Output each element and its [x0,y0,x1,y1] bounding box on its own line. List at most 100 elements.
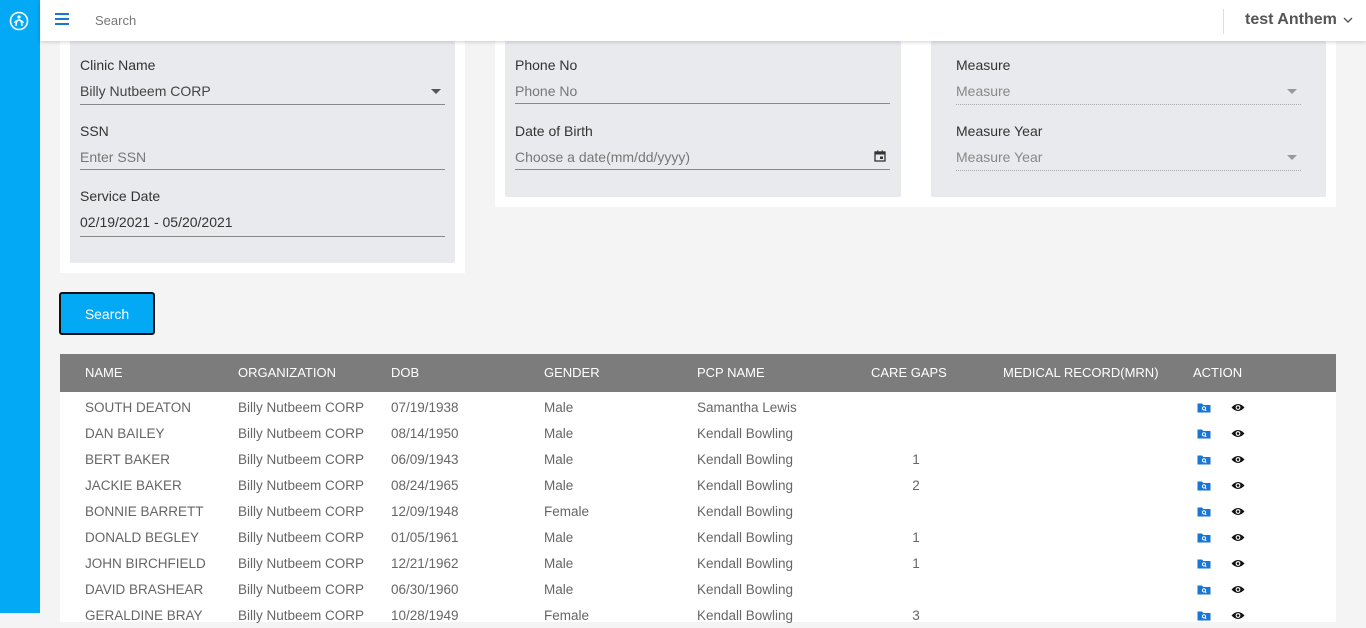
cell-gender: Male [544,400,574,415]
header-medical-record[interactable]: MEDICAL RECORD(MRN) [1003,365,1159,380]
cell-pcp-name: Kendall Bowling [697,504,794,519]
header-organization[interactable]: ORGANIZATION [238,365,336,380]
table-header: NAME ORGANIZATION DOB GENDER PCP NAME CA… [60,354,1336,392]
cell-gender: Male [544,426,574,441]
header-action: ACTION [1193,365,1243,380]
cell-organization: Billy Nutbeem CORP [238,426,365,441]
measure-year-label: Measure Year [956,123,1043,139]
folder-search-icon[interactable] [1197,584,1211,595]
cell-name: SOUTH DEATON [85,400,192,415]
cell-name: DAVID BRASHEAR [85,582,204,597]
folder-search-icon[interactable] [1197,454,1211,465]
cell-gender: Female [544,608,590,623]
eye-icon[interactable] [1231,402,1245,413]
header-care-gaps[interactable]: CARE GAPS [871,365,947,380]
cell-dob: 12/09/1948 [391,504,459,519]
calendar-icon[interactable] [874,150,886,162]
filter-card-left: Clinic Name Billy Nutbeem CORP SSN Servi… [70,41,455,263]
results-table: NAME ORGANIZATION DOB GENDER PCP NAME CA… [60,354,1336,623]
cell-dob: 07/19/1938 [391,400,459,415]
header-name[interactable]: NAME [85,365,123,380]
topbar-divider [1223,9,1224,34]
ssn-label: SSN [80,123,109,139]
folder-search-icon[interactable] [1197,610,1211,621]
filter-panel-left: Clinic Name Billy Nutbeem CORP SSN Servi… [60,41,465,273]
folder-search-icon[interactable] [1197,558,1211,569]
search-button[interactable]: Search [59,292,155,335]
cell-name: JOHN BIRCHFIELD [85,556,206,571]
folder-search-icon[interactable] [1197,480,1211,491]
cell-name: DAN BAILEY [85,426,165,441]
folder-search-icon[interactable] [1197,506,1211,517]
table-row[interactable]: JOHN BIRCHFIELD Billy Nutbeem CORP 12/21/1… [60,550,1336,576]
cell-organization: Billy Nutbeem CORP [238,400,365,415]
table-row[interactable]: SOUTH DEATON Billy Nutbeem CORP 07/19/1938… [60,394,1336,420]
cell-pcp-name: Kendall Bowling [697,530,794,545]
cell-name: JACKIE BAKER [85,478,182,493]
header-pcp-name[interactable]: PCP NAME [697,365,765,380]
cell-care-gaps: 1 [912,452,920,467]
header-dob[interactable]: DOB [391,365,419,380]
cell-pcp-name: Kendall Bowling [697,582,794,597]
cell-pcp-name: Kendall Bowling [697,556,794,571]
cell-organization: Billy Nutbeem CORP [238,556,365,571]
folder-search-icon[interactable] [1197,402,1211,413]
table-row[interactable]: JACKIE BAKER Billy Nutbeem CORP 08/24/1965… [60,472,1336,498]
cell-gender: Male [544,452,574,467]
cell-name: BERT BAKER [85,452,171,467]
ssn-input[interactable] [80,149,445,170]
table-row[interactable]: DAVID BRASHEAR Billy Nutbeem CORP 06/30/19… [60,576,1336,602]
table-row[interactable]: BONNIE BARRETT Billy Nutbeem CORP 12/09/19… [60,498,1336,524]
eye-icon[interactable] [1231,558,1245,569]
cell-care-gaps: 2 [912,478,920,493]
cell-organization: Billy Nutbeem CORP [238,452,365,467]
folder-search-icon[interactable] [1197,428,1211,439]
eye-icon[interactable] [1231,532,1245,543]
cell-pcp-name: Kendall Bowling [697,478,794,493]
cell-name: DONALD BEGLEY [85,530,200,545]
measure-label: Measure [956,57,1011,73]
eye-icon[interactable] [1231,428,1245,439]
table-body: SOUTH DEATON Billy Nutbeem CORP 07/19/1938… [60,392,1336,623]
sidebar [0,0,40,613]
folder-search-icon[interactable] [1197,532,1211,543]
cell-organization: Billy Nutbeem CORP [238,504,365,519]
eye-icon[interactable] [1231,610,1245,621]
cell-name: GERALDINE BRAY [85,608,203,623]
header-gender[interactable]: GENDER [544,365,600,380]
phone-input[interactable] [515,83,890,104]
dob-input[interactable] [515,149,890,170]
phone-label: Phone No [515,57,578,73]
cell-pcp-name: Kendall Bowling [697,608,794,623]
cell-pcp-name: Kendall Bowling [697,426,794,441]
measure-year-dropdown-icon[interactable] [1287,155,1297,160]
table-row[interactable]: GERALDINE BRAY Billy Nutbeem CORP 10/28/19… [60,602,1336,628]
global-search-input[interactable] [93,12,397,29]
measure-select[interactable]: Measure [956,83,1301,105]
table-row[interactable]: DONALD BEGLEY Billy Nutbeem CORP 01/05/196… [60,524,1336,550]
eye-icon[interactable] [1231,506,1245,517]
clinic-name-dropdown-icon[interactable] [431,89,441,94]
service-date-label: Service Date [80,188,161,204]
table-row[interactable]: BERT BAKER Billy Nutbeem CORP 06/09/1943 Ma… [60,446,1336,472]
cell-gender: Male [544,530,574,545]
eye-icon[interactable] [1231,454,1245,465]
hamburger-menu-icon[interactable] [55,13,69,25]
cell-care-gaps: 1 [912,556,920,571]
eye-icon[interactable] [1231,480,1245,491]
service-date-input[interactable]: 02/19/2021 - 05/20/2021 [80,214,445,237]
filter-card-right: Measure Measure Measure Year Measure Yea… [931,41,1326,197]
cell-dob: 08/14/1950 [391,426,459,441]
cell-dob: 06/09/1943 [391,452,459,467]
clinic-name-select[interactable]: Billy Nutbeem CORP [80,83,445,105]
eye-icon[interactable] [1231,584,1245,595]
filter-panel-right: Phone No Date of Birth Measure Measure M… [495,41,1336,207]
app-logo-icon[interactable] [9,11,29,31]
cell-gender: Male [544,582,574,597]
measure-dropdown-icon[interactable] [1287,89,1297,94]
cell-name: BONNIE BARRETT [85,504,204,519]
measure-year-select[interactable]: Measure Year [956,149,1301,171]
cell-dob: 06/30/1960 [391,582,459,597]
table-row[interactable]: DAN BAILEY Billy Nutbeem CORP 08/14/1950 Ma… [60,420,1336,446]
user-menu[interactable]: test Anthem [1245,11,1353,29]
